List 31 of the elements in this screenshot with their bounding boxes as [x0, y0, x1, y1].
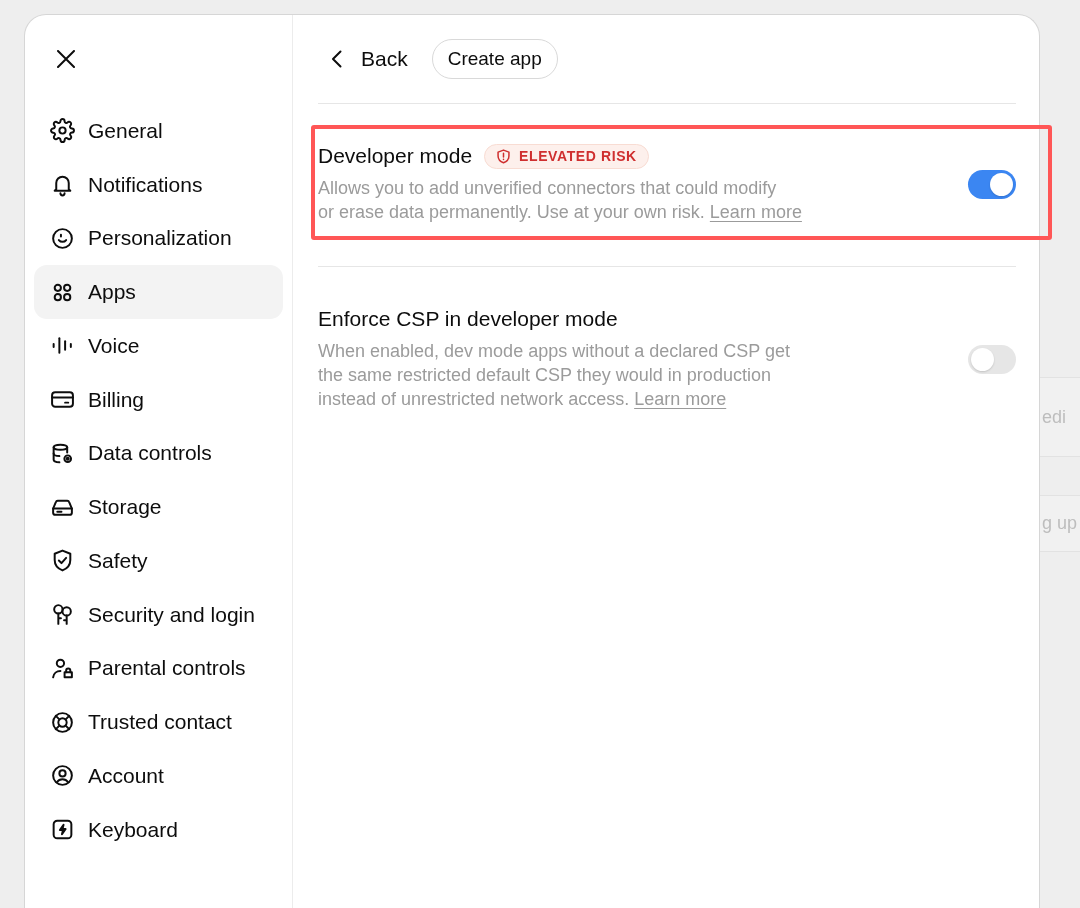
back-button[interactable]: Back [318, 47, 408, 71]
sidebar-item[interactable]: Apps [34, 265, 283, 319]
sidebar-item[interactable]: General [34, 104, 283, 158]
key-pair-icon [50, 602, 75, 628]
sidebar-item[interactable]: Personalization [34, 211, 283, 266]
sidebar-item[interactable]: Billing [34, 372, 283, 427]
setting-title: Developer mode [318, 144, 473, 168]
sidebar-item[interactable]: Parental controls [34, 641, 283, 696]
lifebuoy-icon [50, 709, 75, 735]
sidebar-item[interactable]: Trusted contact [34, 695, 283, 749]
create-app-button[interactable]: Create app [431, 39, 558, 79]
sidebar-item[interactable]: Security and login [34, 587, 283, 642]
close-icon [57, 50, 75, 68]
toggle-switch[interactable] [968, 344, 1016, 374]
setting-description: When enabled, dev mode apps without a declared CSP get the same restricted default CSP they would in production instead of unrestricted network access. Learn more [318, 340, 791, 411]
shield-alert-icon [496, 148, 512, 164]
risk-label: ELEVATED RISK [519, 148, 637, 164]
person-circle-icon [50, 763, 75, 789]
setting-title: Enforce CSP in developer mode [318, 307, 618, 331]
setting-description: Allows you to add unverified connectors that could modify or erase data permanently. Use at your own risk. Learn more [318, 177, 803, 224]
sidebar-item[interactable]: Voice [34, 319, 283, 373]
toggle-switch[interactable] [968, 169, 1016, 199]
sidebar-item[interactable]: Notifications [34, 157, 283, 212]
sidebar-item[interactable]: Safety [34, 534, 283, 588]
sidebar-item[interactable]: Storage [34, 480, 283, 534]
chevron-left-icon [330, 50, 342, 68]
smile-circle-icon [50, 225, 75, 251]
sidebar-item[interactable]: Keyboard [34, 802, 283, 857]
sidebar-item[interactable]: Data controls [34, 426, 283, 481]
sidebar-item[interactable]: Account [34, 749, 283, 803]
gear-icon [50, 118, 75, 144]
